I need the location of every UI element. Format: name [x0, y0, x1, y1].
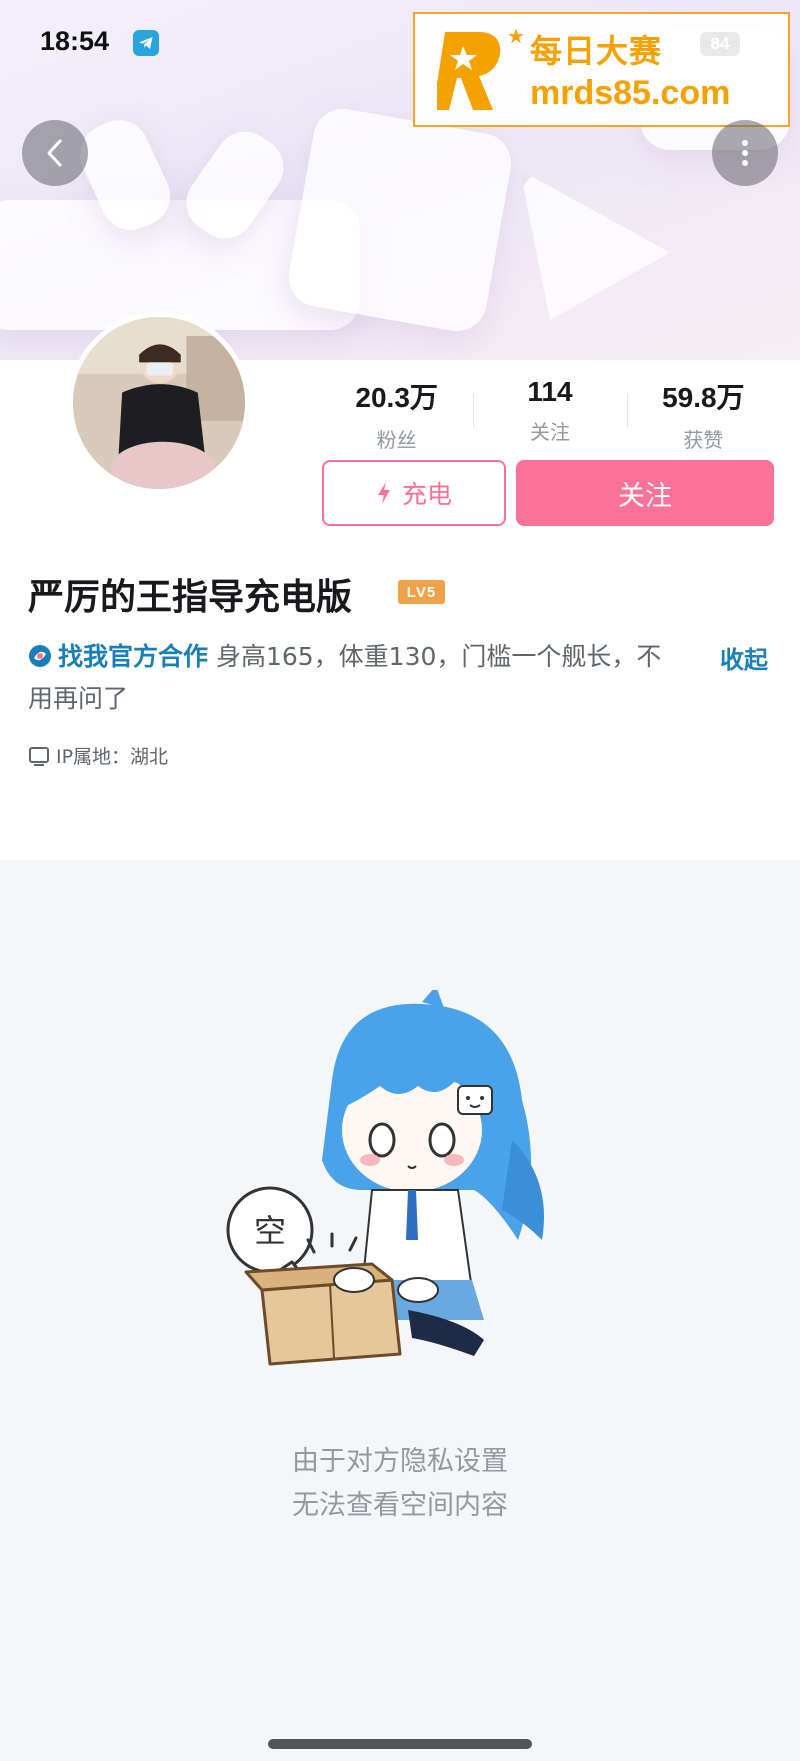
- username: 严厉的王指导充电版: [28, 577, 353, 618]
- avatar[interactable]: [68, 312, 250, 494]
- bio: 找我官方合作 身高165，体重130，门槛一个舰长，不用再问了: [28, 636, 668, 720]
- empty-state-illustration: 空: [226, 990, 544, 1366]
- stat-following[interactable]: 114 关注: [473, 376, 626, 456]
- charge-button[interactable]: 充电: [322, 460, 506, 526]
- stat-likes[interactable]: 59.8万 获赞: [626, 376, 780, 456]
- partner-icon: [29, 645, 51, 667]
- more-vertical-icon: [742, 140, 748, 166]
- back-button[interactable]: [22, 120, 88, 186]
- watermark: ★ 每日大赛 mrds85.com: [413, 12, 790, 127]
- stat-value: 20.3万: [355, 382, 438, 413]
- avatar-image: [73, 317, 245, 489]
- location-icon: [29, 746, 49, 766]
- lightning-icon: [377, 482, 390, 504]
- watermark-logo-icon: [437, 32, 501, 110]
- ip-location: IP属地：湖北: [28, 742, 168, 769]
- home-indicator[interactable]: [268, 1739, 532, 1749]
- empty-state-line1: 由于对方隐私设置: [292, 1446, 508, 1477]
- banner-decoration: [284, 104, 516, 336]
- charge-label: 充电: [401, 480, 452, 509]
- banner-play-shape: [520, 170, 670, 320]
- chevron-left-icon: [47, 139, 62, 167]
- status-time: 18:54: [40, 26, 110, 56]
- profile-stats: 20.3万 粉丝 114 关注 59.8万 获赞: [320, 376, 780, 456]
- stat-value: 59.8万: [662, 382, 745, 413]
- stat-label: 获赞: [683, 428, 724, 452]
- follow-button[interactable]: 关注: [516, 460, 774, 526]
- telegram-icon: [133, 30, 159, 56]
- watermark-title: 每日大赛: [530, 32, 663, 70]
- official-cooperation-link[interactable]: 找我官方合作: [58, 642, 208, 671]
- collapse-link[interactable]: 收起: [720, 640, 768, 675]
- empty-state-message: 由于对方隐私设置 无法查看空间内容: [0, 1440, 800, 1528]
- stat-followers[interactable]: 20.3万 粉丝: [320, 376, 473, 456]
- watermark-url: mrds85.com: [530, 74, 731, 112]
- more-button[interactable]: [712, 120, 778, 186]
- empty-state-line2: 无法查看空间内容: [292, 1490, 508, 1521]
- ip-location-text: IP属地：湖北: [56, 746, 169, 768]
- star-icon: ★: [507, 24, 525, 48]
- stat-value: 114: [527, 376, 573, 407]
- stat-label: 粉丝: [376, 428, 417, 452]
- speech-bubble-text: 空: [254, 1212, 286, 1250]
- level-badge: LV5: [398, 580, 445, 604]
- stat-label: 关注: [529, 420, 570, 444]
